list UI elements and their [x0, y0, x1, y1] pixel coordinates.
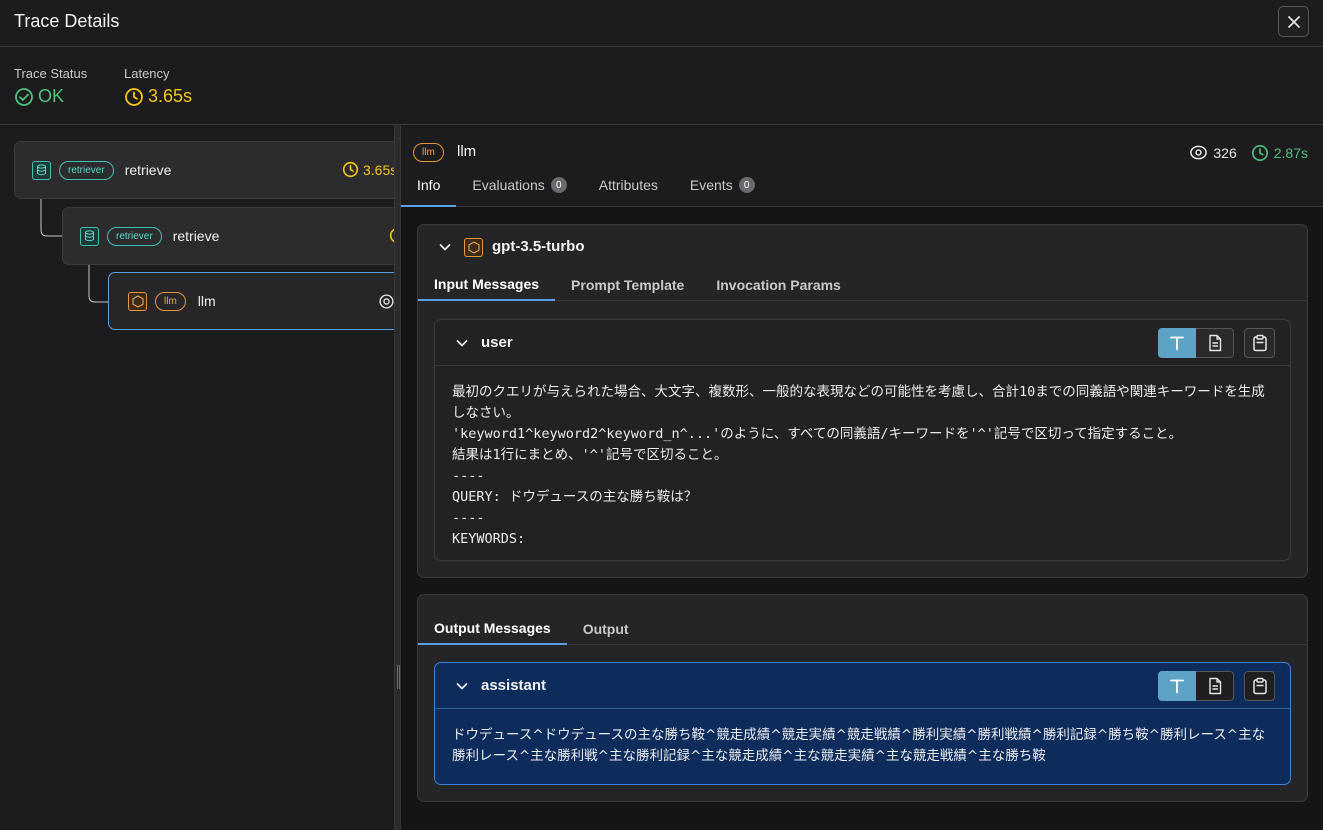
tab-label: Invocation Params	[716, 277, 841, 293]
tab-label: Output	[582, 621, 629, 637]
trace-status: Trace Status OK	[14, 66, 87, 107]
clock-icon	[342, 161, 359, 178]
trace-status-label: Trace Status	[14, 66, 88, 81]
clipboard-icon	[1252, 334, 1267, 352]
clipboard-icon	[1252, 677, 1267, 695]
span-tree: retriever retrieve 3.65s retriever retri…	[0, 125, 394, 830]
message-content: 最初のクエリが与えられた場合、大文字、複数形、一般的な表現などの可能性を考慮し、…	[452, 384, 1265, 547]
trace-latency: Latency 3.65s	[124, 66, 192, 107]
span-detail-tabs: Info Evaluations 0 Attributes Events 0	[401, 177, 1323, 207]
hexagon-icon	[128, 291, 147, 311]
span-node-retrieve-child[interactable]: retriever retrieve	[62, 207, 394, 265]
hexagon-icon	[464, 238, 483, 257]
output-card: Output Messages Output assistant ドウデュース^…	[417, 594, 1308, 802]
tab-label: Input Messages	[434, 276, 540, 292]
input-message: user 最初のクエリが与えられた場合、大文字、複数形、一般的な表現などの可能性…	[434, 319, 1291, 561]
span-latency-value: 2.87s	[1273, 144, 1308, 161]
span-kind-badge: retriever	[59, 160, 114, 180]
document-icon	[1208, 334, 1221, 352]
token-count-value: 326	[1213, 144, 1237, 161]
text-icon	[1170, 336, 1184, 351]
span-detail-panel: llm llm 326 2.87s Info Evaluations 0 Attr…	[401, 125, 1323, 830]
trace-summary: Trace Status OK Latency 3.65s	[0, 47, 1323, 125]
token-icon	[1190, 145, 1208, 160]
span-metrics: 326 2.87s	[1189, 143, 1308, 162]
tab-input-messages[interactable]: Input Messages	[418, 269, 556, 301]
count-badge: 0	[738, 177, 755, 193]
tab-output[interactable]: Output	[567, 613, 645, 645]
tab-evaluations[interactable]: Evaluations 0	[456, 177, 582, 207]
grip-icon	[397, 665, 398, 689]
tab-info[interactable]: Info	[401, 177, 457, 207]
tab-events[interactable]: Events 0	[674, 177, 771, 207]
message-header: assistant	[435, 663, 1290, 709]
model-name: gpt-3.5-turbo	[492, 238, 585, 255]
copy-button[interactable]	[1244, 328, 1275, 358]
trace-latency-value: 3.65s	[148, 86, 193, 106]
tab-prompt-template[interactable]: Prompt Template	[555, 269, 700, 301]
message-content: ドウデュース^ドウデュースの主な勝ち鞍^競走成績^競走実績^競走戦績^勝利実績^…	[452, 727, 1266, 764]
tab-label: Prompt Template	[571, 277, 685, 293]
span-latency-value: 3.65s	[363, 161, 394, 178]
copy-button[interactable]	[1244, 671, 1275, 701]
span-latency: 2.87s	[1251, 144, 1308, 162]
tab-label: Attributes	[598, 177, 658, 193]
dialog-header: Trace Details	[0, 0, 1323, 47]
span-name: retrieve	[124, 162, 172, 178]
model-subtabs: Input Messages Prompt Template Invocatio…	[418, 269, 1307, 301]
close-button[interactable]	[1278, 6, 1309, 37]
output-subtabs: Output Messages Output	[418, 613, 1307, 645]
span-name: retrieve	[172, 228, 220, 244]
close-icon	[1287, 15, 1300, 28]
panel-resize-handle[interactable]	[394, 125, 401, 830]
span-detail-header: llm llm 326 2.87s	[401, 125, 1323, 177]
trace-status-value: OK	[38, 86, 65, 106]
count-badge: 0	[550, 177, 567, 193]
llm-model-card: gpt-3.5-turbo Input Messages Prompt Temp…	[417, 224, 1308, 578]
text-icon	[1170, 679, 1184, 694]
message-role: user	[481, 334, 513, 351]
database-icon	[80, 226, 99, 246]
span-name: llm	[197, 293, 216, 309]
tab-label: Info	[417, 177, 441, 193]
clock-icon	[125, 87, 143, 106]
span-tokens	[378, 293, 394, 310]
trace-latency-label: Latency	[124, 66, 170, 81]
tab-label: Events	[689, 177, 733, 193]
chevron-down-icon[interactable]	[455, 679, 469, 693]
view-mode-toggle	[1158, 671, 1234, 701]
span-node-llm[interactable]: llm llm	[108, 272, 394, 330]
message-header: user	[435, 320, 1290, 366]
token-count: 326	[1189, 143, 1237, 162]
check-circle-icon	[15, 87, 33, 106]
view-mode-toggle	[1158, 328, 1234, 358]
span-latency: 3.65s	[342, 161, 394, 178]
markdown-view-button[interactable]	[1196, 671, 1234, 701]
tab-invocation-params[interactable]: Invocation Params	[700, 269, 857, 301]
tab-label: Evaluations	[472, 177, 545, 193]
span-node-retrieve-root[interactable]: retriever retrieve 3.65s	[14, 141, 394, 199]
markdown-view-button[interactable]	[1196, 328, 1234, 358]
chevron-down-icon[interactable]	[455, 336, 469, 350]
database-icon	[32, 160, 51, 180]
tab-label: Output Messages	[434, 620, 551, 636]
dialog-title: Trace Details	[14, 11, 120, 31]
model-card-header: gpt-3.5-turbo	[418, 225, 1307, 269]
output-message: assistant ドウデュース^ドウデュースの主な勝ち鞍^競走成績^競走実績^…	[434, 662, 1291, 785]
trace-details-dialog: Trace Details Trace Status OK Latency 3.…	[0, 0, 1323, 830]
text-view-button[interactable]	[1158, 671, 1196, 701]
tab-attributes[interactable]: Attributes	[583, 177, 674, 207]
span-kind-badge: llm	[413, 143, 444, 162]
chevron-down-icon[interactable]	[438, 240, 452, 254]
clock-icon	[1251, 144, 1268, 161]
span-kind-badge: llm	[155, 291, 186, 311]
text-view-button[interactable]	[1158, 328, 1196, 358]
token-icon	[379, 294, 394, 309]
message-role: assistant	[481, 677, 547, 694]
span-kind-badge: retriever	[107, 226, 162, 246]
span-detail-name: llm	[457, 143, 477, 160]
document-icon	[1208, 677, 1221, 695]
tab-output-messages[interactable]: Output Messages	[418, 613, 567, 645]
